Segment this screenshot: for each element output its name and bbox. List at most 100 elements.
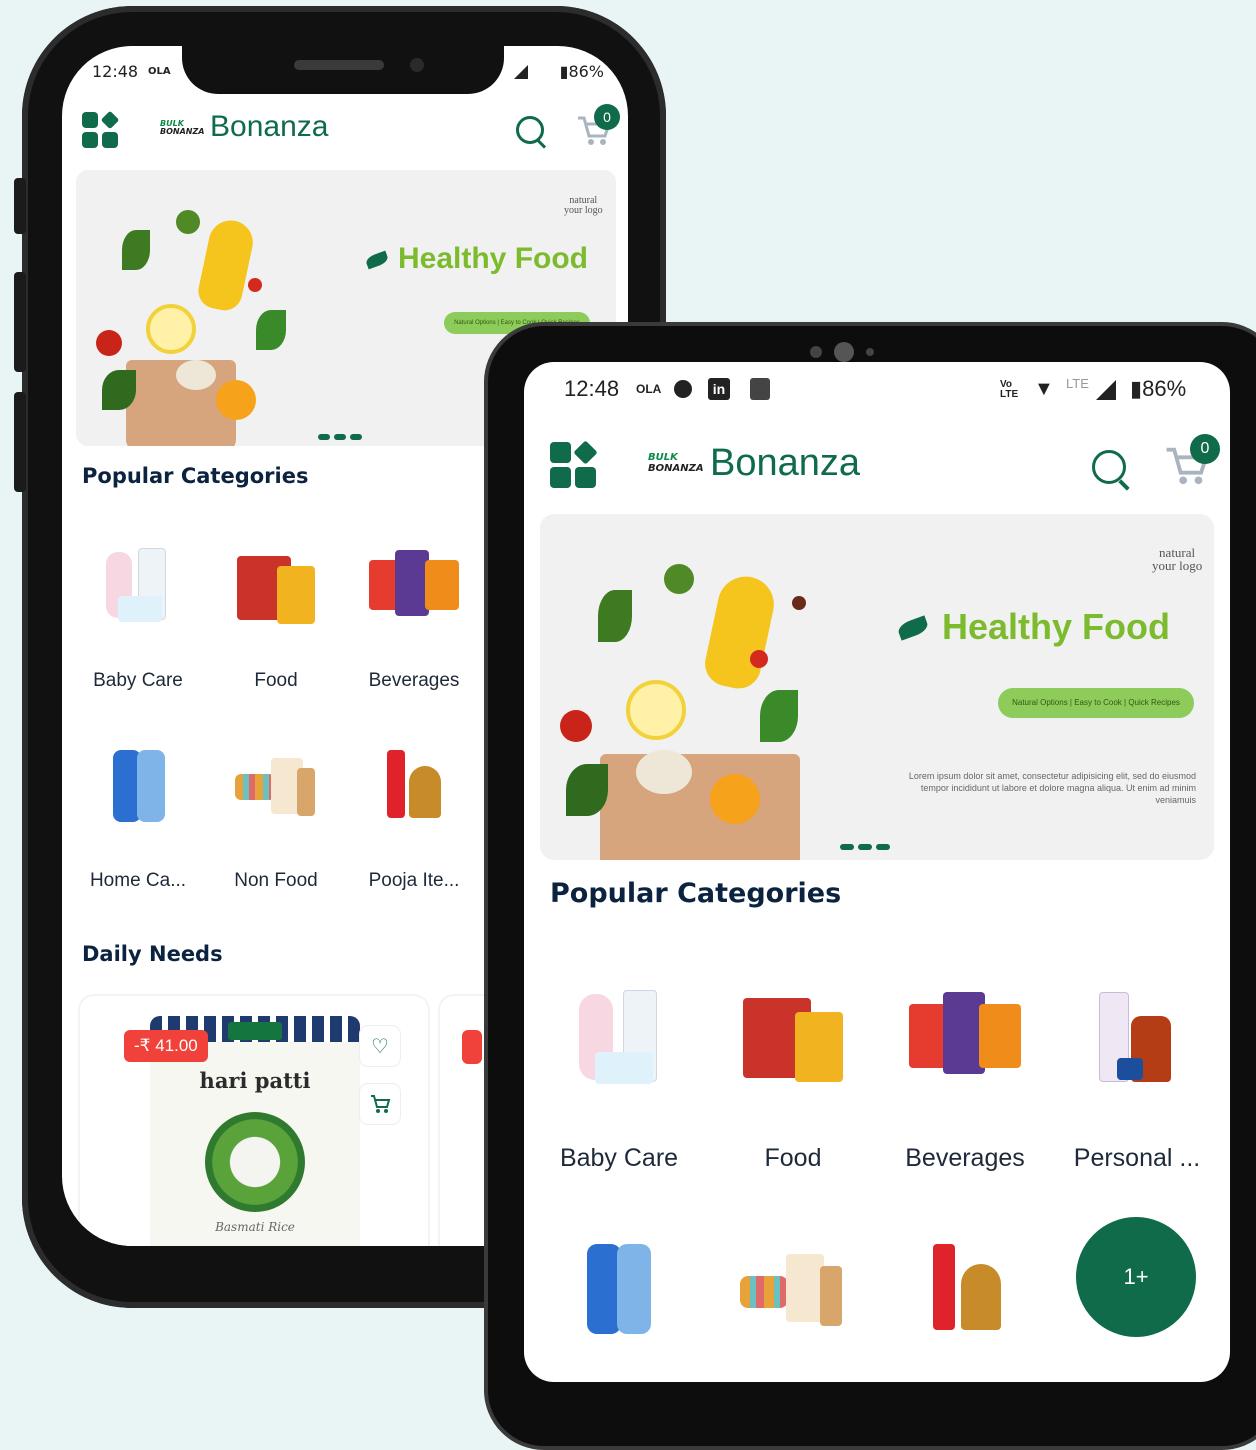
volte-indicator: Vo LTE — [1000, 379, 1019, 400]
category-label: Food — [254, 670, 298, 691]
pooja-items-image — [379, 746, 449, 826]
natural-logo: natural your logo — [564, 195, 603, 216]
phone-volume-down — [14, 392, 26, 492]
banner-title: Healthy Food — [942, 606, 1171, 647]
category-non-food[interactable]: Non Food — [216, 746, 336, 892]
grocery-bag — [600, 754, 800, 860]
category-label: Baby Care — [559, 1144, 679, 1172]
broccoli — [176, 210, 200, 234]
tomatoes — [560, 710, 592, 742]
status-battery: ▮86% — [1130, 376, 1187, 401]
linkedin-icon: in — [708, 378, 730, 400]
category-label: Beverages — [905, 1144, 1025, 1172]
popular-categories-title: Popular Categories — [550, 878, 842, 909]
category-label: Non Food — [234, 870, 318, 891]
banner-pagination[interactable] — [840, 844, 890, 850]
battery-level: 86% — [568, 62, 604, 81]
lemon — [626, 680, 686, 740]
banner-tagline: Natural Options | Easy to Cook | Quick R… — [998, 688, 1194, 718]
status-time: 12:48 — [92, 62, 139, 81]
beverages-image — [367, 546, 461, 626]
tablet-device: 12:48 OLA in Vo LTE ▼ LTE ▮86% BULK BONAN… — [484, 322, 1256, 1450]
menu-grid-icon[interactable] — [550, 440, 598, 488]
category-baby-care[interactable]: Baby Care — [78, 546, 198, 692]
search-icon[interactable] — [1092, 450, 1130, 491]
category-home-care[interactable] — [544, 1242, 694, 1338]
food-image — [233, 546, 319, 626]
phone-volume-up — [14, 272, 26, 372]
calendar-icon — [750, 378, 770, 400]
banner-lorem: Lorem ipsum dolor sit amet, consectetur … — [908, 771, 1196, 805]
tomatoes — [96, 330, 122, 356]
phone-speaker — [294, 60, 384, 70]
category-food[interactable]: Food — [718, 990, 868, 1173]
food-image — [741, 990, 845, 1086]
floating-action-button[interactable]: 1+ — [1076, 1217, 1196, 1337]
product-brand: hari patti — [199, 1068, 311, 1093]
category-pooja-items[interactable] — [890, 1242, 1040, 1338]
category-baby-care[interactable]: Baby Care — [544, 990, 694, 1173]
baby-care-image — [569, 990, 669, 1086]
status-carrier: OLA — [636, 382, 662, 396]
category-pooja-items[interactable]: Pooja Ite... — [354, 746, 474, 892]
daily-needs-title: Daily Needs — [82, 942, 223, 966]
spinach-leaf — [122, 230, 150, 270]
brand-logo: BULK BONANZA — [648, 452, 704, 474]
herb-leaf — [760, 690, 798, 742]
product-card[interactable]: hari patti Basmati Rice -₹ 41.00 ♡ — [80, 996, 428, 1246]
notification-dot-icon — [674, 380, 692, 398]
category-beverages[interactable]: Beverages — [354, 546, 474, 692]
wishlist-heart-icon[interactable]: ♡ — [360, 1026, 400, 1066]
signal-icon — [514, 65, 528, 79]
home-care-image — [577, 1242, 661, 1338]
baby-care-image — [98, 546, 178, 626]
add-to-cart-icon[interactable] — [360, 1084, 400, 1124]
phone-mute-switch — [14, 178, 26, 234]
tomato — [248, 278, 262, 292]
promo-banner[interactable]: natural your logo Healthy Food Natural Op… — [540, 514, 1214, 860]
home-care-image — [103, 746, 173, 826]
phone-notch — [182, 46, 504, 94]
discount-badge: -₹ 41.00 — [124, 1030, 208, 1062]
brand-name: Bonanza — [710, 442, 861, 484]
category-home-care[interactable]: Home Ca... — [78, 746, 198, 892]
healthy-food-leaf-mark — [896, 615, 930, 641]
popular-categories-title: Popular Categories — [82, 464, 309, 488]
zucchini — [700, 571, 780, 693]
pooja-items-image — [923, 1242, 1007, 1338]
category-label: Personal ... — [1073, 1144, 1201, 1172]
spinach-leaf — [598, 590, 632, 642]
cauliflower — [176, 360, 216, 390]
battery-level: 86% — [1142, 376, 1187, 401]
category-non-food[interactable] — [718, 1242, 868, 1338]
lettuce-leaf — [566, 764, 608, 816]
category-beverages[interactable]: Beverages — [890, 990, 1040, 1173]
menu-grid-icon[interactable] — [82, 110, 120, 148]
zucchini — [195, 216, 257, 314]
banner-pagination[interactable] — [318, 434, 362, 440]
non-food-image — [738, 1242, 848, 1338]
discount-badge — [462, 1030, 482, 1064]
healthy-food-leaf-mark — [364, 250, 390, 270]
cauliflower — [636, 750, 692, 794]
search-icon[interactable] — [516, 116, 547, 149]
product-variant: Basmati Rice — [215, 1220, 295, 1234]
beverages-image — [907, 990, 1023, 1086]
status-battery: ▮86% — [559, 62, 604, 81]
status-carrier: OLA — [148, 66, 171, 77]
tablet-camera — [810, 342, 874, 362]
category-label: Pooja Ite... — [368, 870, 460, 891]
category-food[interactable]: Food — [216, 546, 336, 692]
status-time: 12:48 — [564, 376, 620, 401]
lte-indicator: LTE — [1066, 376, 1089, 391]
brand-logo: BULK BONANZA — [160, 119, 205, 136]
nut — [792, 596, 806, 610]
wifi-icon: ▼ — [1034, 378, 1054, 400]
herb-leaf — [256, 310, 286, 350]
phone-camera — [410, 58, 424, 72]
category-personal-care[interactable]: Personal ... — [1062, 990, 1212, 1173]
category-label: Home Ca... — [89, 870, 187, 891]
tomato — [750, 650, 768, 668]
tablet-status-bar: 12:48 OLA in Vo LTE ▼ LTE ▮86% — [564, 376, 1190, 406]
category-label: Food — [764, 1144, 822, 1172]
